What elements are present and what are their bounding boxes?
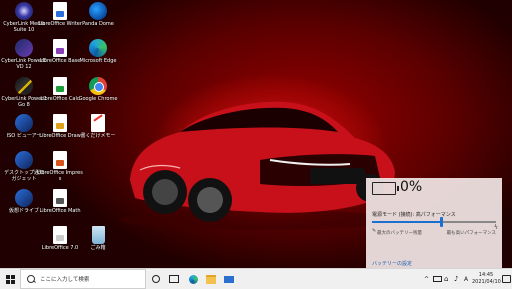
libreoffice-7-icon (53, 226, 67, 244)
ime-indicator[interactable]: A (464, 269, 468, 289)
desktop-icon-memo[interactable]: 書くだけメモー (75, 114, 121, 139)
network-icon: ⌂ (444, 275, 449, 283)
desktop-icon-label: Microsoft Edge (79, 58, 117, 64)
tray-battery[interactable] (433, 269, 442, 289)
search-placeholder: ここに入力して検索 (40, 277, 90, 283)
libreoffice-base-icon (53, 39, 67, 57)
cyberlink-media-suite-icon (15, 2, 33, 20)
cortana-icon (152, 275, 160, 283)
power-mode-label: 電源モード (接続): 高パフォーマンス (372, 212, 456, 218)
battery-settings-link[interactable]: バッテリーの設定 (372, 260, 412, 267)
desktop-icon-label: Google Chrome (78, 96, 118, 102)
desktop-icon-libreoffice-impress[interactable]: LibreOffice Impress (37, 151, 83, 182)
libreoffice-calc-icon (53, 77, 67, 95)
microsoft-edge-icon (89, 39, 107, 57)
libreoffice-math-icon (53, 189, 67, 207)
recycle-bin-icon (91, 226, 105, 244)
desktop-icon-panda-dome[interactable]: Panda Dome (75, 2, 121, 27)
mail-icon (224, 275, 234, 283)
battery-tray-icon (433, 276, 442, 282)
edge-icon (188, 274, 198, 284)
taskbar-edge[interactable] (186, 269, 200, 289)
panda-dome-icon (89, 2, 107, 20)
google-chrome-icon (89, 77, 107, 95)
desktop: CyberLink Media Suite 10 CyberLink Power… (0, 0, 512, 268)
windows-logo-icon (5, 274, 15, 284)
iso-viewer-icon (15, 114, 33, 132)
cyberlink-power2go-icon (15, 77, 33, 95)
taskbar: ここに入力して検索 ^ ⌂ ♪ A 14:45 2021/04/10 (0, 268, 512, 289)
battery-icon (372, 182, 399, 195)
battery-percent: 0% (400, 179, 423, 195)
desktop-icon-label: LibreOffice Impress (37, 170, 83, 182)
desktop-icon-label: Panda Dome (82, 21, 114, 27)
tray-volume[interactable]: ♪ (454, 269, 458, 289)
desktop-icon-libreoffice-math[interactable]: LibreOffice Math (37, 189, 83, 214)
search-box[interactable]: ここに入力して検索 (20, 269, 146, 289)
clock-date: 2021/04/10 (472, 278, 501, 285)
memo-icon (91, 114, 105, 132)
folder-icon (206, 274, 216, 284)
desktop-icon-label: LibreOffice Math (39, 208, 81, 214)
desktop-gadget-icon (15, 151, 33, 169)
battery-saver-label: 最大のバッテリー残量 (377, 231, 422, 236)
battery-flyout: 0% 電源モード (接続): 高パフォーマンス ✎ 最大のバッテリー残量 最も高… (366, 178, 502, 268)
libreoffice-draw-icon (53, 114, 67, 132)
desktop-icon-label: ごみ箱 (90, 245, 106, 251)
desktop-icon-microsoft-edge[interactable]: Microsoft Edge (75, 39, 121, 64)
best-performance-label: 最も高いパフォーマンス (446, 231, 496, 236)
power-mode-slider-fill (372, 221, 442, 223)
power-mode-slider-thumb[interactable] (440, 217, 444, 227)
virtual-drive-icon (15, 189, 33, 207)
power-mode-slider[interactable] (372, 217, 496, 227)
task-view-icon (169, 275, 179, 283)
libreoffice-impress-icon (53, 151, 67, 169)
libreoffice-writer-icon (53, 2, 67, 20)
clock[interactable]: 14:45 2021/04/10 (472, 272, 501, 285)
desktop-icon-google-chrome[interactable]: Google Chrome (75, 77, 121, 102)
taskbar-mail[interactable] (222, 269, 236, 289)
cortana-button[interactable] (150, 269, 162, 289)
lightning-icon: ϟ (494, 224, 498, 231)
start-button[interactable] (2, 269, 18, 289)
leaf-icon: ✎ (372, 228, 377, 234)
show-hidden-icons-button[interactable]: ^ (424, 269, 429, 289)
desktop-icon-label: 書くだけメモー (80, 133, 116, 139)
chevron-up-icon: ^ (424, 275, 430, 283)
wallpaper-car (120, 101, 400, 230)
search-icon (27, 275, 35, 283)
cyberlink-powerdvd-icon (15, 39, 33, 57)
tray-network[interactable]: ⌂ (444, 269, 448, 289)
speaker-icon: ♪ (454, 275, 459, 283)
notification-icon[interactable] (502, 275, 511, 283)
task-view-button[interactable] (168, 269, 180, 289)
taskbar-file-explorer[interactable] (204, 269, 218, 289)
desktop-icon-recycle-bin[interactable]: ごみ箱 (75, 226, 121, 251)
